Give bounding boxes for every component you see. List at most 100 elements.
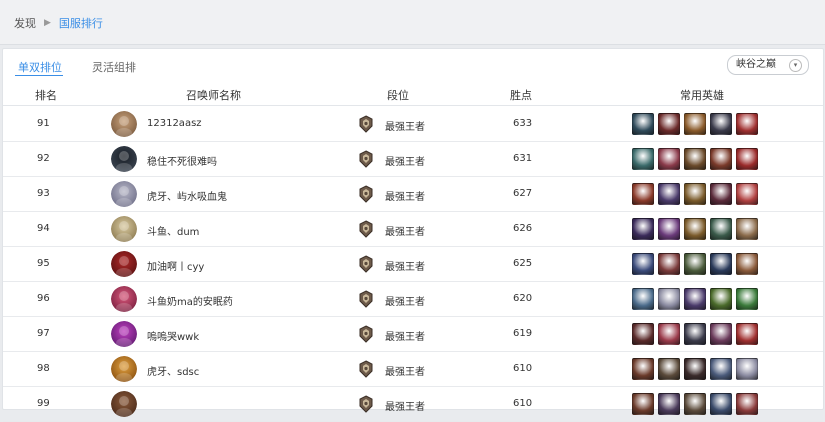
chevron-down-icon: ▾ [789, 59, 802, 72]
table-row[interactable]: 94 斗鱼、dum 最强王者 626 [3, 212, 823, 247]
champion-portrait-icon[interactable] [632, 148, 654, 170]
champion-portrait-icon[interactable] [710, 253, 732, 275]
champion-portrait-icon[interactable] [632, 358, 654, 380]
champion-portrait-icon[interactable] [710, 113, 732, 135]
avatar[interactable] [111, 111, 137, 137]
challenger-tier-icon [358, 290, 374, 308]
champion-portrait-icon[interactable] [658, 323, 680, 345]
champion-portrait-icon[interactable] [684, 393, 706, 415]
champion-portrait-icon[interactable] [684, 183, 706, 205]
champion-portrait-icon[interactable] [710, 288, 732, 310]
champion-portrait-icon[interactable] [710, 148, 732, 170]
league-points: 633 [513, 118, 533, 129]
challenger-tier-icon [358, 185, 374, 203]
tier-label: 最强王者 [385, 122, 425, 133]
league-points: 625 [513, 258, 533, 269]
champion-portrait-icon[interactable] [684, 358, 706, 380]
rank-value: 96 [37, 293, 50, 304]
summoner-name[interactable]: 12312aasz [147, 118, 202, 129]
tab-solo-duo[interactable]: 单双排位 [18, 59, 62, 75]
league-points: 626 [513, 223, 533, 234]
champion-portrait-icon[interactable] [658, 148, 680, 170]
champion-portrait-icon[interactable] [632, 288, 654, 310]
challenger-tier-icon [358, 325, 374, 343]
champion-portrait-icon[interactable] [684, 148, 706, 170]
summoner-name[interactable]: 稳住不死很难吗 [147, 153, 217, 168]
champion-portrait-icon[interactable] [658, 253, 680, 275]
champion-portrait-icon[interactable] [632, 253, 654, 275]
active-tab-underline [15, 75, 63, 76]
map-select[interactable]: 峡谷之巅 ▾ [727, 55, 809, 75]
champion-portrait-icon[interactable] [736, 183, 758, 205]
summoner-name[interactable]: 加油啊丨cyy [147, 258, 204, 273]
champion-portrait-icon[interactable] [632, 113, 654, 135]
champion-portrait-icon[interactable] [736, 393, 758, 415]
champion-portrait-icon[interactable] [736, 218, 758, 240]
summoner-name[interactable]: 虎牙、sdsc [147, 363, 199, 378]
league-points: 631 [513, 153, 533, 164]
league-points: 610 [513, 363, 533, 374]
champion-portrait-icon[interactable] [710, 183, 732, 205]
tab-flex[interactable]: 灵活组排 [92, 59, 136, 75]
champion-portrait-icon[interactable] [736, 288, 758, 310]
avatar[interactable] [111, 321, 137, 347]
champion-portrait-icon[interactable] [710, 218, 732, 240]
champion-portrait-icon[interactable] [658, 288, 680, 310]
table-row[interactable]: 99 最强王者 610 [3, 387, 823, 422]
tier-label: 最强王者 [385, 227, 425, 238]
champion-portrait-icon[interactable] [684, 323, 706, 345]
champion-portrait-icon[interactable] [684, 253, 706, 275]
rank-value: 91 [37, 118, 50, 129]
tier-label: 最强王者 [385, 367, 425, 378]
table-row[interactable]: 96 斗鱼奶ma的安眠药 最强王者 620 [3, 282, 823, 317]
champion-portrait-icon[interactable] [736, 323, 758, 345]
champion-portrait-icon[interactable] [632, 218, 654, 240]
champion-portrait-icon[interactable] [632, 183, 654, 205]
champion-portrait-icon[interactable] [684, 113, 706, 135]
breadcrumb-root[interactable]: 发现 [14, 15, 36, 31]
summoner-name[interactable]: 斗鱼、dum [147, 223, 199, 238]
table-row[interactable]: 92 稳住不死很难吗 最强王者 631 [3, 142, 823, 177]
table-row[interactable]: 97 嗚嗚哭wwk 最强王者 619 [3, 317, 823, 352]
avatar[interactable] [111, 216, 137, 242]
table-row[interactable]: 93 虎牙、屿水吸血鬼 最强王者 627 [3, 177, 823, 212]
col-tier: 段位 [387, 89, 409, 102]
league-points: 627 [513, 188, 533, 199]
champion-portrait-icon[interactable] [736, 148, 758, 170]
avatar[interactable] [111, 356, 137, 382]
favorite-heroes [632, 288, 758, 310]
rank-value: 92 [37, 153, 50, 164]
summoner-name[interactable]: 斗鱼奶ma的安眠药 [147, 293, 233, 308]
breadcrumb-current: 国服排行 [58, 17, 103, 30]
champion-portrait-icon[interactable] [736, 358, 758, 380]
champion-portrait-icon[interactable] [736, 113, 758, 135]
tier-label: 最强王者 [385, 192, 425, 203]
avatar[interactable] [111, 286, 137, 312]
champion-portrait-icon[interactable] [684, 218, 706, 240]
champion-portrait-icon[interactable] [710, 358, 732, 380]
avatar[interactable] [111, 146, 137, 172]
table-row[interactable]: 91 12312aasz 最强王者 633 [3, 107, 823, 142]
summoner-name[interactable]: 嗚嗚哭wwk [147, 328, 199, 343]
avatar[interactable] [111, 391, 137, 417]
breadcrumb: 发现 ▶ 国服排行 [14, 15, 103, 31]
champion-portrait-icon[interactable] [658, 183, 680, 205]
favorite-heroes [632, 253, 758, 275]
table-row[interactable]: 98 虎牙、sdsc 最强王者 610 [3, 352, 823, 387]
queue-tabs: 单双排位 灵活组排 峡谷之巅 ▾ [3, 49, 823, 79]
champion-portrait-icon[interactable] [658, 393, 680, 415]
champion-portrait-icon[interactable] [736, 253, 758, 275]
champion-portrait-icon[interactable] [632, 393, 654, 415]
champion-portrait-icon[interactable] [710, 393, 732, 415]
champion-portrait-icon[interactable] [658, 113, 680, 135]
champion-portrait-icon[interactable] [632, 323, 654, 345]
champion-portrait-icon[interactable] [658, 218, 680, 240]
summoner-name[interactable]: 虎牙、屿水吸血鬼 [147, 188, 227, 203]
avatar[interactable] [111, 181, 137, 207]
champion-portrait-icon[interactable] [710, 323, 732, 345]
rank-value: 93 [37, 188, 50, 199]
table-row[interactable]: 95 加油啊丨cyy 最强王者 625 [3, 247, 823, 282]
champion-portrait-icon[interactable] [684, 288, 706, 310]
champion-portrait-icon[interactable] [658, 358, 680, 380]
avatar[interactable] [111, 251, 137, 277]
